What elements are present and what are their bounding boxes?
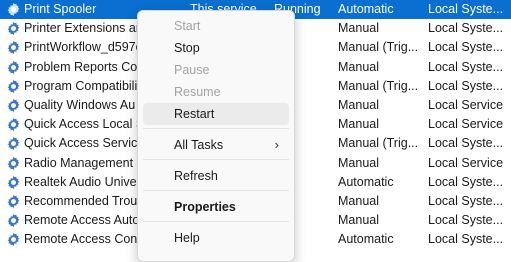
service-name-text: Remote Access Auto [24,213,140,228]
menu-separator [143,190,289,191]
menu-item-refresh[interactable]: Refresh [143,165,289,187]
menu-item-label: Resume [174,85,221,99]
menu-item-label: Pause [174,63,210,77]
menu-item-properties[interactable]: Properties [143,196,289,218]
service-startup-type: Automatic [338,174,394,189]
service-name-text: Print Spooler [24,2,97,16]
menu-item-restart[interactable]: Restart [143,103,289,125]
menu-separator [143,128,289,129]
service-log-on-as: Local Syste... [428,136,504,151]
service-startup-type: Manual [338,155,379,170]
service-name-text: PrintWorkflow_d597c [24,40,142,55]
menu-item-label: Help [174,231,200,245]
service-log-on-as: Local Service [428,155,504,170]
menu-item-stop[interactable]: Stop [143,37,289,59]
service-log-on-as: Local Syste... [428,2,504,16]
service-log-on-as: Local Syste... [428,194,504,208]
service-name-text: Program Compatibili [24,78,138,93]
menu-item-label: Properties [174,200,236,214]
service-name-text: Printer Extensions an [24,21,143,36]
service-startup-type: Manual [338,194,379,208]
menu-item-label: Stop [174,41,200,55]
service-name-text: Quality Windows Au [24,98,136,112]
menu-item-label: Refresh [174,169,218,183]
service-startup-type: Manual (Trig... [338,40,419,55]
menu-item-label: Restart [174,107,215,121]
service-name-text: Realtek Audio Univer [24,174,141,189]
menu-item-help[interactable]: Help [143,227,289,249]
service-startup-type: Manual [338,98,379,112]
service-name-text: Recommended Troub [24,194,145,208]
menu-separator [143,159,289,160]
service-log-on-as: Local Syste... [428,213,504,228]
service-name-text: Problem Reports Con [24,59,145,74]
chevron-right-icon: › [274,137,279,152]
service-log-on-as: Local Syste... [428,232,504,247]
service-startup-type: Manual (Trig... [338,136,419,151]
service-startup-type: Manual [338,21,379,36]
context-menu: Start Stop Pause Resume Restart All Tasks › Ref… [137,10,295,262]
service-log-on-as: Local Service [428,117,504,132]
service-startup-type: Manual (Trig... [338,78,419,93]
service-log-on-as: Local Syste... [428,59,504,74]
service-log-on-as: Local Syste... [428,21,504,36]
service-name-text: Quick Access Local S [24,117,145,132]
service-startup-type: Manual [338,213,379,228]
menu-item-start: Start [143,15,289,37]
service-log-on-as: Local Syste... [428,78,504,93]
menu-item-pause: Pause [143,59,289,81]
service-name-text: Radio Management S [24,155,145,170]
service-name-text: Remote Access Conn [24,232,145,247]
service-log-on-as: Local Syste... [428,174,504,189]
service-startup-type: Automatic [338,2,394,16]
service-log-on-as: Local Service [428,98,504,112]
service-name-text: Quick Access Service [24,136,145,151]
service-startup-type: Automatic [338,232,394,247]
menu-separator [143,221,289,222]
menu-item-label: All Tasks [174,138,224,152]
service-startup-type: Manual [338,59,379,74]
service-startup-type: Manual [338,117,379,132]
menu-item-label: Start [174,19,201,33]
menu-item-resume: Resume [143,81,289,103]
menu-item-all-tasks[interactable]: All Tasks › [143,134,289,156]
service-log-on-as: Local Syste... [428,40,504,55]
